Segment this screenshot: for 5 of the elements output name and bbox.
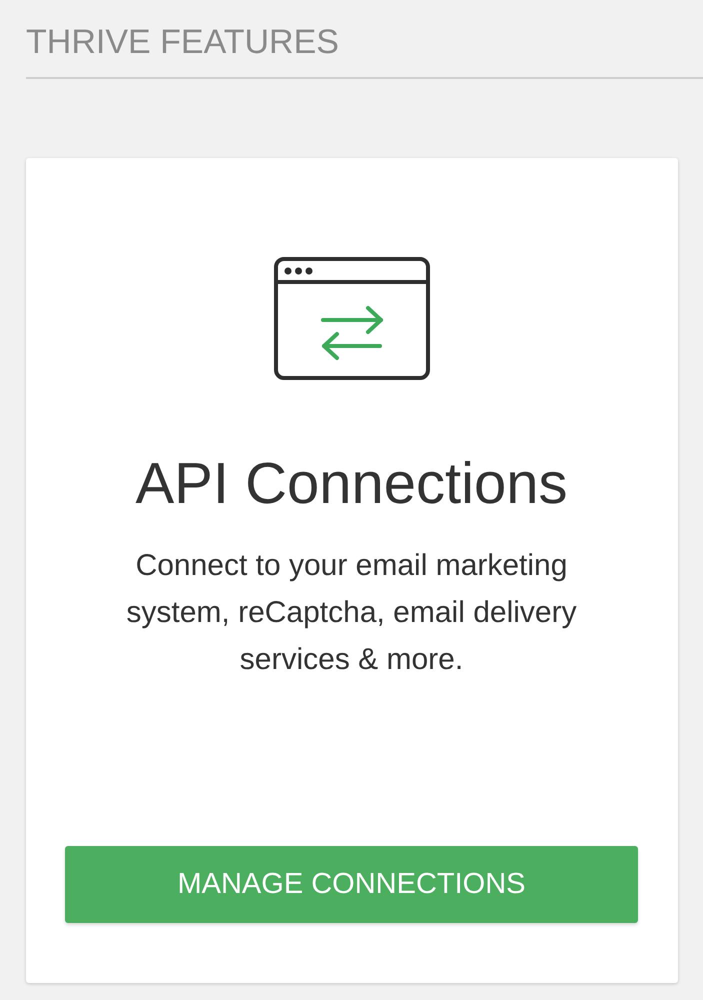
card-description: Connect to your email marketing system, reCaptcha, email delivery services & more. [125,548,578,678]
window-swap-arrows-icon [274,257,430,380]
manage-connections-button[interactable]: MANAGE CONNECTIONS [65,846,638,923]
section-heading: THRIVE FEATURES [26,23,339,62]
card-title: API Connections [135,450,568,517]
